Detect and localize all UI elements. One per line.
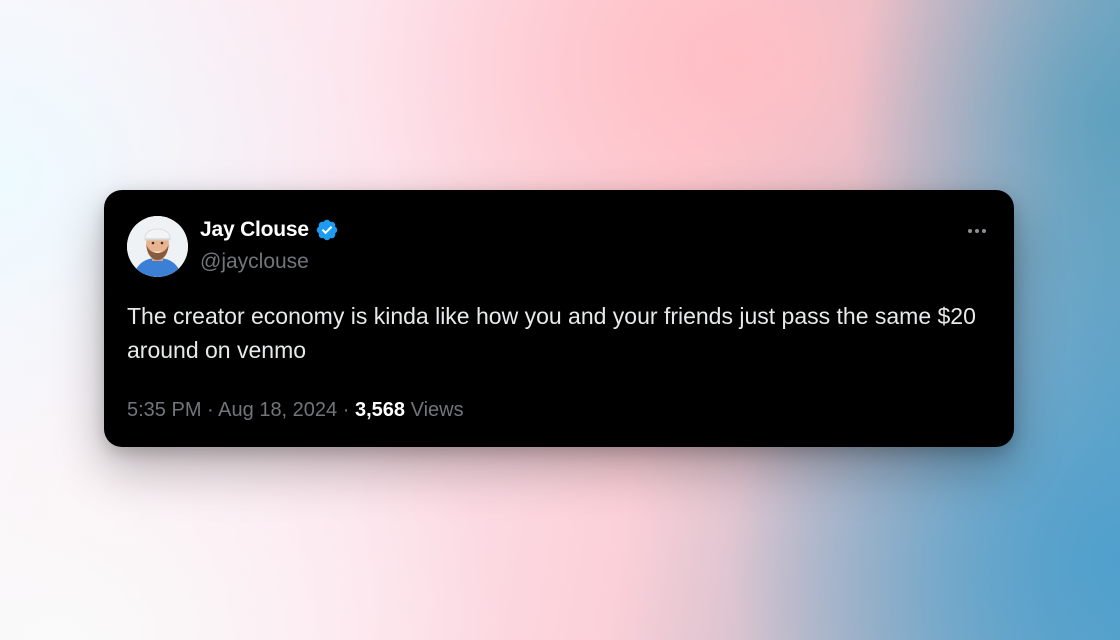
tweet-meta: 5:35 PM · Aug 18, 2024 · 3,568 Views: [127, 399, 464, 422]
tweet-time[interactable]: 5:35 PM: [127, 399, 201, 421]
verified-badge-icon: [315, 218, 339, 242]
avatar[interactable]: [127, 216, 188, 277]
author-handle[interactable]: @jayclouse: [200, 250, 309, 274]
meta-separator: ·: [342, 399, 350, 421]
views-count: 3,568: [354, 399, 406, 421]
tweet-text: The creator economy is kinda like how yo…: [127, 303, 976, 363]
author-name[interactable]: Jay Clouse: [200, 218, 309, 242]
more-horizontal-icon[interactable]: [964, 222, 990, 240]
views-label: Views: [410, 399, 464, 421]
avatar-image: [127, 216, 188, 277]
tweet-card: Jay Clouse @jayclouse The creator econom…: [104, 190, 1014, 447]
author-row: Jay Clouse: [200, 218, 339, 242]
meta-separator: ·: [207, 399, 214, 421]
tweet-date[interactable]: Aug 18, 2024: [218, 399, 337, 421]
